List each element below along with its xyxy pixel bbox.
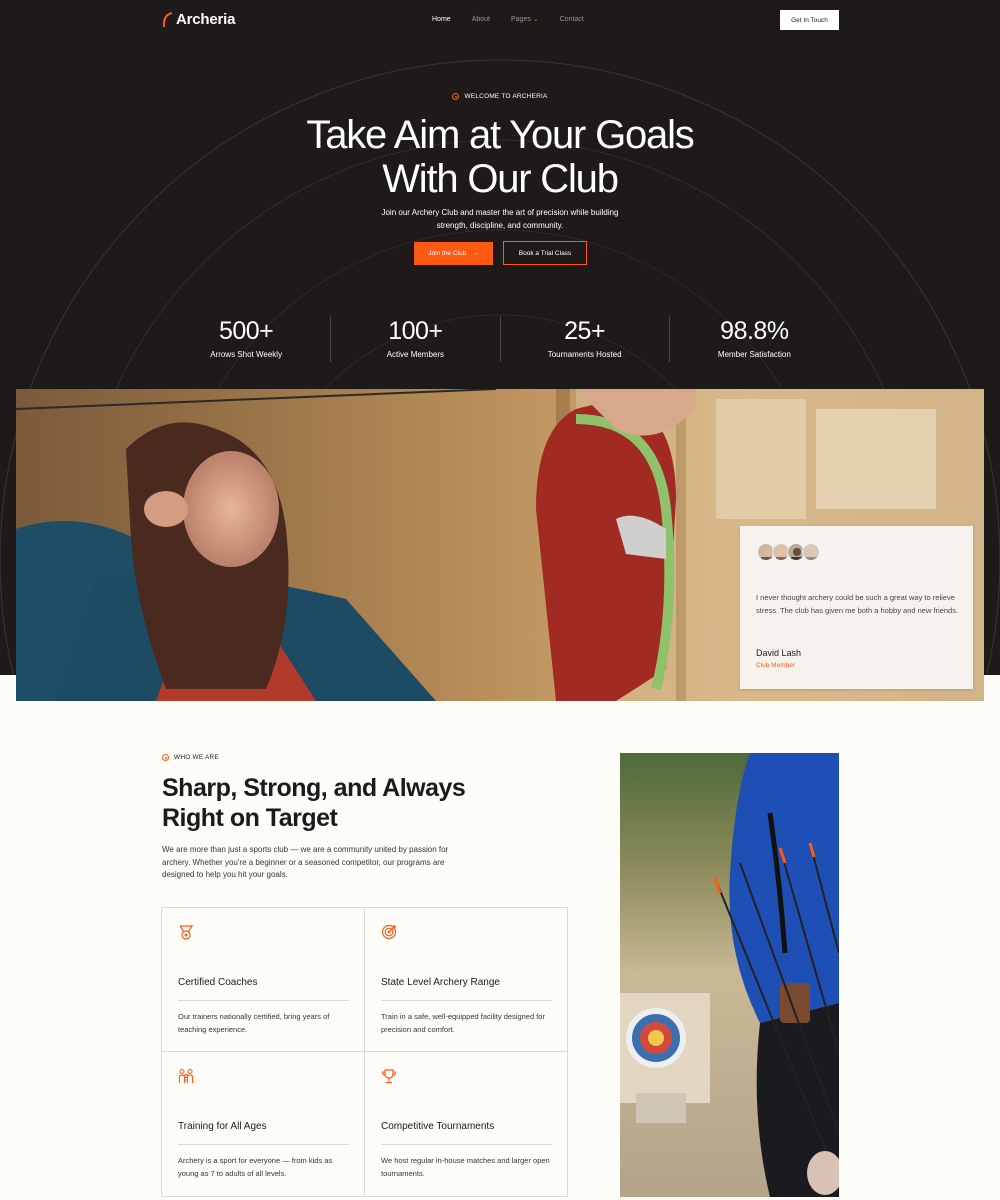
hero-eyebrow-text: WELCOME TO ARCHERIA (464, 93, 548, 100)
target-dot-icon (162, 754, 169, 761)
stat-item: 25+ Tournaments Hosted (501, 316, 670, 362)
feature-card: State Level Archery Range Train in a saf… (365, 908, 568, 1052)
hero-subtitle: Join our Archery Club and master the art… (381, 208, 619, 230)
hero-eyebrow: WELCOME TO ARCHERIA (0, 93, 1000, 100)
stat-value: 25+ (564, 317, 606, 345)
bow-logo-icon (162, 11, 173, 27)
feature-title: Training for All Ages (178, 1121, 267, 1132)
get-in-touch-button[interactable]: Get In Touch (780, 10, 839, 30)
stat-label: Tournaments Hosted (547, 350, 622, 359)
feature-text: Train in a safe, well-equipped facility … (381, 1012, 545, 1034)
feature-title: Certified Coaches (178, 977, 258, 988)
stat-item: 100+ Active Members (331, 316, 501, 362)
about-body: We are more than just a sports club — we… (162, 845, 449, 879)
family-icon (178, 1068, 194, 1083)
stats-row: 500+ Arrows Shot Weekly 100+ Active Memb… (162, 316, 839, 364)
target-icon (381, 924, 397, 940)
stat-label: Active Members (386, 350, 445, 359)
archer-quiver-photo (620, 753, 839, 1197)
nav-link-about[interactable]: About (472, 15, 490, 23)
nav-link-contact[interactable]: Contact (560, 15, 584, 23)
arrow-right-icon: → (472, 250, 479, 257)
about-eyebrow-text: WHO WE ARE (174, 754, 219, 761)
testimonial-card: I never thought archery could be such a … (740, 526, 973, 689)
hero-title-line1: Take Aim at Your Goals (306, 113, 694, 157)
nav-link-home[interactable]: Home (432, 15, 451, 23)
stat-value: 98.8% (720, 317, 789, 345)
about-eyebrow: WHO WE ARE (162, 754, 219, 761)
avatar (802, 543, 820, 561)
target-dot-icon (452, 93, 460, 100)
testimonial-role: Club Member (756, 662, 796, 669)
nav-links: Home About Pages ⌄ Contact (432, 15, 605, 24)
trophy-icon (381, 1069, 397, 1084)
stat-label: Arrows Shot Weekly (210, 350, 283, 359)
stat-item: 98.8% Member Satisfaction (670, 316, 839, 362)
feature-card: Competitive Tournaments We host regular … (365, 1052, 568, 1196)
feature-text: Our trainers nationally certified, bring… (178, 1012, 330, 1034)
book-trial-button[interactable]: Book a Trial Class (503, 241, 587, 265)
about-title: Sharp, Strong, and Always Right on Targe… (162, 774, 466, 832)
stat-value: 500+ (218, 317, 274, 345)
feature-card: Certified Coaches Our trainers nationall… (162, 908, 365, 1052)
testimonial-quote: I never thought archery could be such a … (756, 593, 959, 615)
join-club-button[interactable]: Join the Club → (414, 242, 493, 265)
feature-card: Training for All Ages Archery is a sport… (162, 1052, 365, 1196)
testimonial-author: David Lash (756, 648, 802, 658)
join-club-label: Join the Club (428, 250, 467, 257)
hero-title-line2: With Our Club (382, 157, 619, 201)
nav-link-pages[interactable]: Pages ⌄ (510, 15, 539, 24)
divider (381, 1144, 552, 1145)
stat-label: Member Satisfaction (717, 350, 791, 359)
medal-icon (179, 925, 194, 940)
divider (178, 1144, 349, 1145)
divider (381, 1000, 552, 1001)
chevron-down-icon: ⌄ (532, 16, 539, 23)
logo-text: Archeria (176, 11, 236, 28)
feature-title: Competitive Tournaments (381, 1121, 495, 1132)
feature-text: Archery is a sport for everyone — from k… (178, 1156, 333, 1178)
feature-title: State Level Archery Range (381, 977, 500, 988)
divider (178, 1000, 349, 1001)
logo[interactable]: Archeria (162, 11, 235, 28)
nav-link-pages-label: Pages (510, 15, 531, 23)
hero-title: Take Aim at Your Goals With Our Club (0, 113, 1000, 201)
top-nav: Archeria Home About Pages ⌄ Contact Get … (0, 0, 1000, 40)
feature-text: We host regular in-house matches and lar… (381, 1156, 550, 1178)
avatar-group (757, 543, 820, 561)
stat-item: 500+ Arrows Shot Weekly (162, 316, 332, 362)
features-grid: Certified Coaches Our trainers nationall… (161, 907, 568, 1197)
stat-value: 100+ (388, 317, 443, 345)
